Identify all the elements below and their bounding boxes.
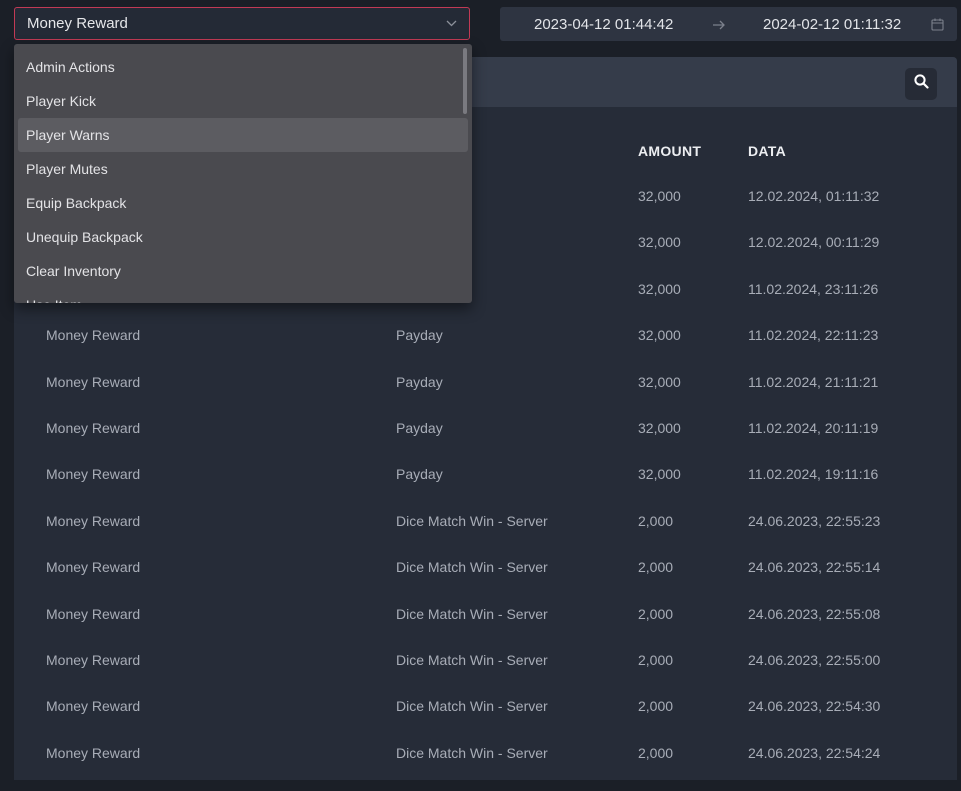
row-amount: 32,000 <box>638 327 681 343</box>
table-row: Money Reward Dice Match Win - Server 2,0… <box>14 559 957 605</box>
row-amount: 2,000 <box>638 698 674 714</box>
column-header-date: DATA <box>748 143 787 159</box>
row-type: Money Reward <box>46 745 141 761</box>
row-amount: 2,000 <box>638 652 674 668</box>
row-type: Money Reward <box>46 698 141 714</box>
table-row: Money Reward Payday 32,000 11.02.2024, 2… <box>14 420 957 466</box>
row-reason: Dice Match Win - Server <box>396 652 548 668</box>
row-type: Money Reward <box>46 420 141 436</box>
row-date: 11.02.2024, 19:11:16 <box>748 466 879 482</box>
row-reason: Payday <box>396 420 443 436</box>
row-date: 24.06.2023, 22:55:00 <box>748 652 881 668</box>
row-date: 12.02.2024, 00:11:29 <box>748 234 880 250</box>
row-reason: Payday <box>396 374 443 390</box>
row-date: 24.06.2023, 22:55:08 <box>748 606 881 622</box>
row-type: Money Reward <box>46 327 141 343</box>
arrow-right-icon <box>712 18 726 30</box>
date-range-picker[interactable]: 2023-04-12 01:44:42 2024-02-12 01:11:32 <box>500 7 957 41</box>
row-date: 24.06.2023, 22:55:23 <box>748 513 881 529</box>
row-amount: 2,000 <box>638 559 674 575</box>
calendar-icon[interactable] <box>931 18 944 31</box>
chevron-down-icon <box>445 18 457 30</box>
type-dropdown-menu: Admin Actions Player Kick Player Warns P… <box>14 44 472 303</box>
table-row: Money Reward Dice Match Win - Server 2,0… <box>14 745 957 791</box>
row-reason: Payday <box>396 327 443 343</box>
row-reason: Dice Match Win - Server <box>396 745 548 761</box>
table-row: Money Reward Payday 32,000 11.02.2024, 2… <box>14 327 957 373</box>
row-type: Money Reward <box>46 559 141 575</box>
row-date: 24.06.2023, 22:54:24 <box>748 745 881 761</box>
dropdown-option-equip-backpack[interactable]: Equip Backpack <box>18 186 468 220</box>
row-amount: 2,000 <box>638 606 674 622</box>
row-reason: Dice Match Win - Server <box>396 513 548 529</box>
row-date: 11.02.2024, 23:11:26 <box>748 281 879 297</box>
row-amount: 32,000 <box>638 234 681 250</box>
row-amount: 32,000 <box>638 466 681 482</box>
row-amount: 32,000 <box>638 374 681 390</box>
row-amount: 32,000 <box>638 188 681 204</box>
table-row: Money Reward Dice Match Win - Server 2,0… <box>14 606 957 652</box>
row-date: 11.02.2024, 22:11:23 <box>748 327 879 343</box>
row-reason: Dice Match Win - Server <box>396 606 548 622</box>
row-amount: 2,000 <box>638 745 674 761</box>
row-type: Money Reward <box>46 652 141 668</box>
row-type: Money Reward <box>46 466 141 482</box>
dropdown-option-use-item[interactable]: Use Item <box>18 288 468 303</box>
row-reason: Dice Match Win - Server <box>396 698 548 714</box>
row-date: 11.02.2024, 20:11:19 <box>748 420 879 436</box>
date-range-end[interactable]: 2024-02-12 01:11:32 <box>763 16 901 33</box>
dropdown-option-admin-actions[interactable]: Admin Actions <box>18 50 468 84</box>
dropdown-scrollbar[interactable] <box>463 48 467 114</box>
row-date: 24.06.2023, 22:55:14 <box>748 559 881 575</box>
row-amount: 32,000 <box>638 420 681 436</box>
search-button[interactable] <box>905 68 937 100</box>
dropdown-option-player-mutes[interactable]: Player Mutes <box>18 152 468 186</box>
table-row: Money Reward Payday 32,000 11.02.2024, 2… <box>14 374 957 420</box>
dropdown-option-clear-inventory[interactable]: Clear Inventory <box>18 254 468 288</box>
date-range-start[interactable]: 2023-04-12 01:44:42 <box>534 16 673 33</box>
table-row: Money Reward Payday 32,000 11.02.2024, 1… <box>14 466 957 512</box>
row-reason: Dice Match Win - Server <box>396 559 548 575</box>
row-date: 24.06.2023, 22:54:30 <box>748 698 881 714</box>
table-row: Money Reward Dice Match Win - Server 2,0… <box>14 513 957 559</box>
row-type: Money Reward <box>46 513 141 529</box>
table-row: Money Reward Dice Match Win - Server 2,0… <box>14 698 957 744</box>
type-select-value: Money Reward <box>27 15 128 32</box>
column-header-amount: AMOUNT <box>638 143 702 159</box>
dropdown-option-player-warns[interactable]: Player Warns <box>18 118 468 152</box>
search-icon <box>913 74 929 94</box>
row-type: Money Reward <box>46 606 141 622</box>
table-row: Money Reward Dice Match Win - Server 2,0… <box>14 652 957 698</box>
row-reason: Payday <box>396 466 443 482</box>
row-date: 12.02.2024, 01:11:32 <box>748 188 880 204</box>
row-date: 11.02.2024, 21:11:21 <box>748 374 879 390</box>
type-select[interactable]: Money Reward <box>14 7 470 40</box>
row-amount: 32,000 <box>638 281 681 297</box>
row-type: Money Reward <box>46 374 141 390</box>
row-amount: 2,000 <box>638 513 674 529</box>
dropdown-option-player-kick[interactable]: Player Kick <box>18 84 468 118</box>
dropdown-option-unequip-backpack[interactable]: Unequip Backpack <box>18 220 468 254</box>
